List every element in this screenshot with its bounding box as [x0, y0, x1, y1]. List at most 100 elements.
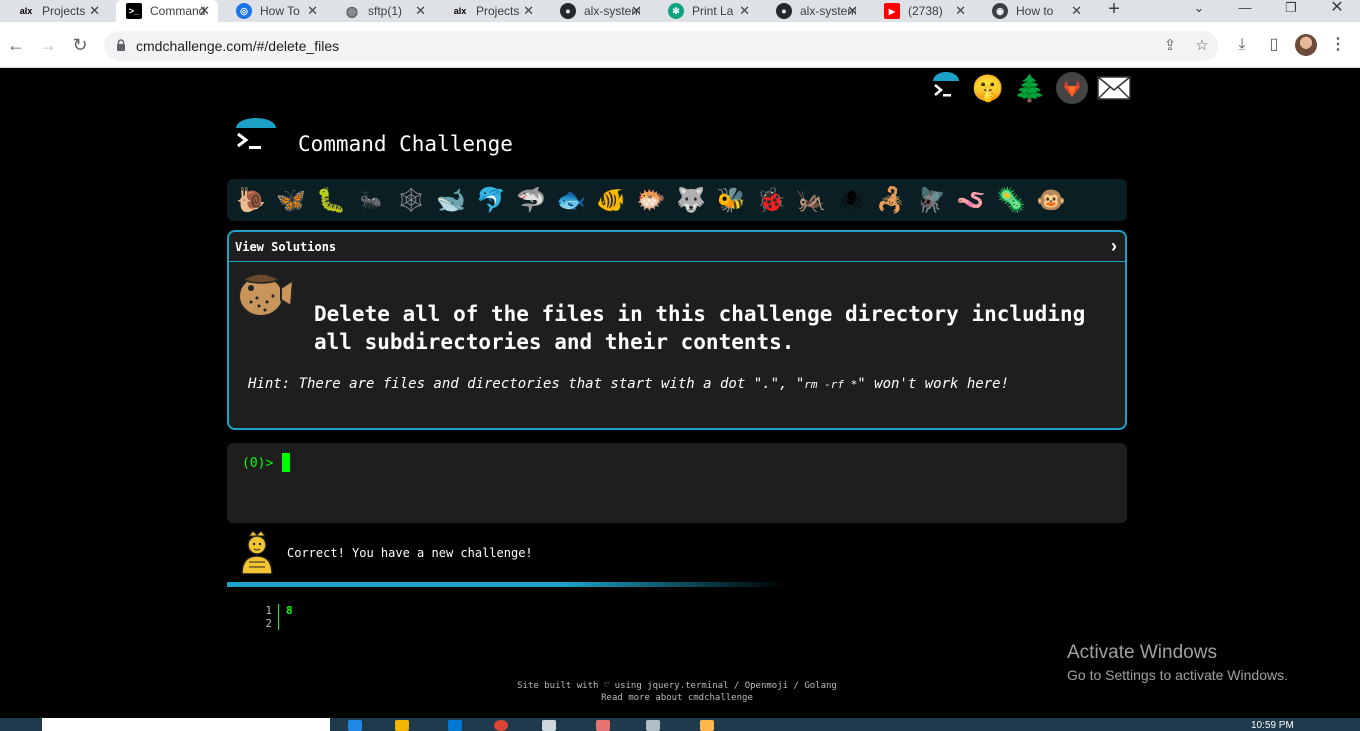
globe-icon: ◍ — [345, 2, 359, 19]
shark-icon[interactable]: 🦈 — [513, 182, 549, 218]
challenge-description: Delete all of the files in this challeng… — [314, 302, 1086, 354]
alx-icon: alx — [19, 6, 33, 16]
pufferfish-icon[interactable]: 🐡 — [633, 182, 669, 218]
taskbar-search-box[interactable] — [42, 718, 330, 731]
page-title: Command Challenge — [298, 132, 513, 156]
mail-icon[interactable] — [1096, 70, 1132, 106]
forward-button[interactable]: → — [37, 34, 59, 56]
activate-title: Activate Windows — [1067, 642, 1217, 663]
snail-icon[interactable]: 🐌 — [233, 182, 269, 218]
close-window-button[interactable]: ✕ — [1314, 0, 1360, 22]
wolf-icon[interactable]: 🐺 — [673, 182, 709, 218]
chevron-right-icon[interactable]: › — [1111, 236, 1117, 257]
browser-tab[interactable]: alx Projects ✕ — [8, 0, 108, 22]
app-icon[interactable] — [646, 720, 660, 731]
reload-button[interactable]: ↻ — [69, 34, 91, 56]
butterfly-icon[interactable]: 🦋 — [273, 182, 309, 218]
cmdchallenge-logo-icon[interactable] — [928, 70, 964, 106]
taskbar-clock[interactable]: 10:59 PM — [1251, 720, 1294, 731]
dolphin-icon[interactable]: 🐬 — [473, 182, 509, 218]
url-text: cmdchallenge.com/#/delete_files — [136, 38, 340, 54]
chrome-icon[interactable] — [494, 720, 508, 731]
file-explorer-icon[interactable] — [395, 720, 409, 731]
eye-icon: ◉ — [992, 3, 1008, 19]
tab-label: How to — [1016, 4, 1054, 18]
close-icon[interactable]: ✕ — [415, 3, 426, 19]
circle-logo-icon: ◎ — [236, 3, 252, 19]
fish-icon[interactable]: 🐟 — [553, 182, 589, 218]
browser-tab[interactable]: ● alx-system ✕ — [766, 0, 866, 22]
gitlab-icon[interactable] — [1054, 70, 1090, 106]
bee-icon[interactable]: 🐝 — [713, 182, 749, 218]
download-icon[interactable]: ⤓ — [1231, 34, 1253, 56]
close-icon[interactable]: ✕ — [631, 3, 642, 19]
close-icon[interactable]: ✕ — [307, 3, 318, 19]
spider-icon[interactable]: 🕷 — [833, 182, 869, 218]
browser-tab-active[interactable]: >_ Command ✕ — [116, 0, 218, 22]
terminal-cursor — [282, 453, 290, 472]
whale-icon[interactable]: 🐋 — [433, 182, 469, 218]
browser-tab[interactable]: ● alx-system ✕ — [550, 0, 650, 22]
tree-icon[interactable]: 🌲 — [1012, 70, 1048, 106]
close-icon[interactable]: ✕ — [847, 3, 858, 19]
command-output: 8 — [286, 604, 293, 617]
back-button[interactable]: ← — [5, 34, 27, 56]
browser-tab[interactable]: alx Projects ✕ — [442, 0, 542, 22]
browser-tab[interactable]: ✻ Print La ✕ — [658, 0, 758, 22]
github-icon: ● — [776, 3, 792, 19]
app-icon[interactable] — [596, 720, 610, 731]
close-icon[interactable]: ✕ — [955, 3, 966, 19]
result-progress-line — [227, 582, 787, 587]
result-message: Correct! You have a new challenge! — [287, 546, 533, 560]
view-solutions-header[interactable]: View Solutions › — [229, 232, 1125, 262]
close-icon[interactable]: ✕ — [1071, 3, 1082, 19]
github-icon: ● — [560, 3, 576, 19]
output-line: 8 — [286, 604, 293, 617]
address-bar[interactable]: cmdchallenge.com/#/delete_files ⇪ ☆ — [104, 31, 1218, 61]
monkey-icon[interactable]: 🐵 — [1033, 182, 1069, 218]
app-icon[interactable] — [542, 720, 556, 731]
tropical-fish-icon[interactable]: 🐠 — [593, 182, 629, 218]
close-icon[interactable]: ✕ — [523, 3, 534, 19]
cricket-icon[interactable]: 🦗 — [793, 182, 829, 218]
fly-icon[interactable]: 🪰 — [913, 182, 949, 218]
footer-read-more-link[interactable]: Read more about cmdchallenge — [427, 692, 927, 704]
close-icon[interactable]: ✕ — [199, 3, 210, 19]
ladybug-icon[interactable]: 🐞 — [753, 182, 789, 218]
share-icon[interactable]: ⇪ — [1161, 37, 1179, 55]
profile-avatar[interactable] — [1295, 34, 1317, 56]
hint-text: Hint: There are files and directories th… — [248, 376, 1009, 392]
tab-label: Command — [150, 4, 206, 18]
side-panel-icon[interactable]: ▯ — [1263, 34, 1285, 56]
tab-search-button[interactable]: ⌄ — [1176, 0, 1222, 22]
browser-tab[interactable]: ◍ sftp(1) ✕ — [334, 0, 434, 22]
browser-tab[interactable]: ◉ How to ✕ — [982, 0, 1090, 22]
bookmark-star-icon[interactable]: ☆ — [1193, 37, 1211, 55]
app-icon[interactable] — [700, 720, 714, 731]
woman-with-crown-icon — [241, 530, 273, 574]
line-number: 1 — [265, 604, 272, 617]
shushing-face-icon[interactable]: 🤫 — [970, 70, 1006, 106]
restore-button[interactable]: ❐ — [1268, 0, 1314, 22]
terminal[interactable]: (0)> — [227, 443, 1127, 523]
minimize-button[interactable]: — — [1222, 0, 1268, 22]
browser-tab[interactable]: ▶ (2738) ✕ — [874, 0, 974, 22]
activate-subtitle: Go to Settings to activate Windows. — [1067, 667, 1288, 683]
scorpion-icon[interactable]: 🦂 — [873, 182, 909, 218]
task-view-icon[interactable] — [348, 720, 362, 731]
close-icon[interactable]: ✕ — [89, 3, 100, 19]
footer-credits[interactable]: Site built with ♡ using jquery.terminal … — [427, 680, 927, 692]
edge-icon[interactable] — [448, 720, 462, 731]
worm-icon[interactable]: 🪱 — [953, 182, 989, 218]
browser-tab[interactable]: ◎ How To ✕ — [226, 0, 326, 22]
ant-icon[interactable]: 🐜 — [353, 182, 389, 218]
browser-tab-bar: alx Projects ✕ >_ Command ✕ ◎ How To ✕ ◍… — [0, 0, 1360, 22]
microbe-icon[interactable]: 🦠 — [993, 182, 1029, 218]
web-icon[interactable]: 🕸 — [393, 182, 429, 218]
caterpillar-icon[interactable]: 🐛 — [313, 182, 349, 218]
close-icon[interactable]: ✕ — [739, 3, 750, 19]
menu-kebab-icon[interactable]: ⋮ — [1327, 34, 1349, 56]
youtube-icon: ▶ — [884, 3, 900, 19]
view-solutions-label: View Solutions — [235, 240, 337, 254]
new-tab-button[interactable]: + — [1104, 0, 1124, 22]
